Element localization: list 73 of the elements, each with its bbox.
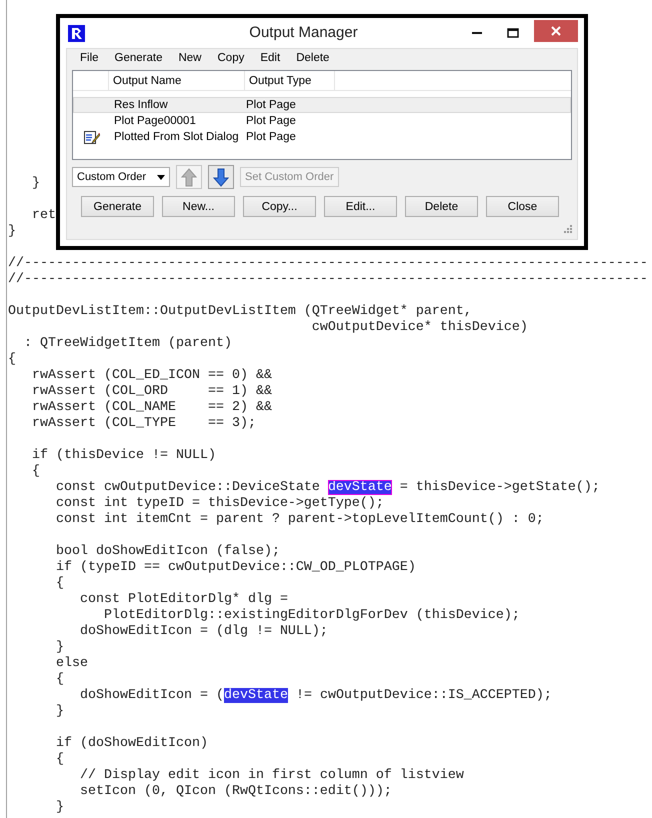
code-line: // Display edit icon in first column of listview [78,768,464,784]
code-line: } [30,176,40,192]
code-line: { [30,464,40,480]
code-line: PlotEditorDlg::existingEditorDlgForDev (thisDevice); [102,608,520,624]
code-line: const int itemCnt = parent ? parent->topLevelItemCount() : 0; [54,512,544,528]
output-type: Plot Page [246,114,296,129]
code-line: //------------------------------------------------------------------------------ [8,256,648,272]
highlighted-text: devState [328,480,392,495]
code-line: rwAssert (COL_ORD == 1) && [30,384,272,400]
list-row[interactable]: Plotted From Slot Dialog Plot Page [73,129,571,145]
code-line: const PlotEditorDlg* dlg = [78,592,288,608]
code-line: setIcon (0, QIcon (RwQtIcons::edit())); [78,784,392,800]
output-name: Plotted From Slot Dialog [113,130,240,145]
menu-item[interactable]: Edit [252,50,288,66]
move-down-button[interactable] [208,165,234,189]
dialog-button[interactable]: Delete [405,196,478,217]
code-line: { [54,576,64,592]
up-arrow-icon [181,168,197,186]
close-icon [551,26,561,36]
down-arrow-icon [213,168,229,186]
dialog-button[interactable]: Close [486,196,559,217]
code-line: if (thisDevice != NULL) [30,448,216,464]
output-type: Plot Page [246,98,296,113]
output-name: Res Inflow [113,98,169,113]
menu-item[interactable]: New [170,50,210,66]
code-line: } [8,224,16,240]
menu-item[interactable]: Delete [288,50,338,66]
minimize-icon [472,32,482,34]
caret-icon [157,174,165,180]
column-header[interactable]: Output Type [245,71,335,90]
dialog-button[interactable]: Edit... [324,196,397,217]
code-line: } [54,800,64,816]
code-line: OutputDevListItem::OutputDevListItem (QTreeWidget* parent, [8,304,472,320]
code-line: : QTreeWidgetItem (parent) [22,336,232,352]
maximize-icon [507,28,519,38]
code-line: } [54,704,64,720]
menu-item[interactable]: Generate [106,50,170,66]
highlighted-text: devState [224,688,288,703]
resize-grip-icon[interactable] [563,224,572,234]
dialog-button[interactable]: Copy... [243,196,316,217]
code-line: //------------------------------------------------------------------------------ [8,272,648,288]
code-line: { [54,672,64,688]
code-text: const cwOutputDevice::DeviceState [54,480,321,495]
code-line: rwAssert (COL_ED_ICON == 0) && [30,368,272,384]
code-line: { [8,352,16,368]
code-line: cwOutputDevice* thisDevice) [310,320,528,336]
close-button[interactable] [534,20,578,42]
list-row[interactable]: Plot Page00001 Plot Page [73,113,571,129]
code-line: ret [30,208,56,224]
code-line: } [54,640,64,656]
code-line: if (typeID == cwOutputDevice::CW_OD_PLOTPAGE) [54,560,416,576]
output-name: Plot Page00001 [113,114,197,129]
code-line: doShowEditIcon = (dlg != NULL); [78,624,328,640]
list-row[interactable]: Res Inflow Plot Page [73,97,571,113]
column-header[interactable]: Output Name [109,71,245,90]
code-line: else [54,656,88,672]
code-text: = thisDevice->getState(); [398,480,600,495]
menu-item[interactable]: File [72,50,107,66]
code-line: { [54,752,64,768]
code-line: bool doShowEditIcon (false); [54,544,280,560]
code-text: doShowEditIcon = ( [78,688,224,703]
window-title: Output Manager [248,25,359,41]
order-dropdown[interactable]: Custom Order [72,167,170,187]
dialog-button[interactable]: Generate [81,196,154,217]
app-logo-icon [68,24,85,42]
code-line: rwAssert (COL_NAME == 2) && [30,400,272,416]
menu-item[interactable]: Copy [210,50,252,66]
dialog-button[interactable]: New... [162,196,235,217]
output-type: Plot Page [246,130,296,145]
code-line: const int typeID = thisDevice->getType(); [54,496,384,512]
code-text: != cwOutputDevice::IS_ACCEPTED); [294,688,552,703]
code-line: rwAssert (COL_TYPE == 3); [30,416,256,432]
code-line: if (doShowEditIcon) [54,736,208,752]
